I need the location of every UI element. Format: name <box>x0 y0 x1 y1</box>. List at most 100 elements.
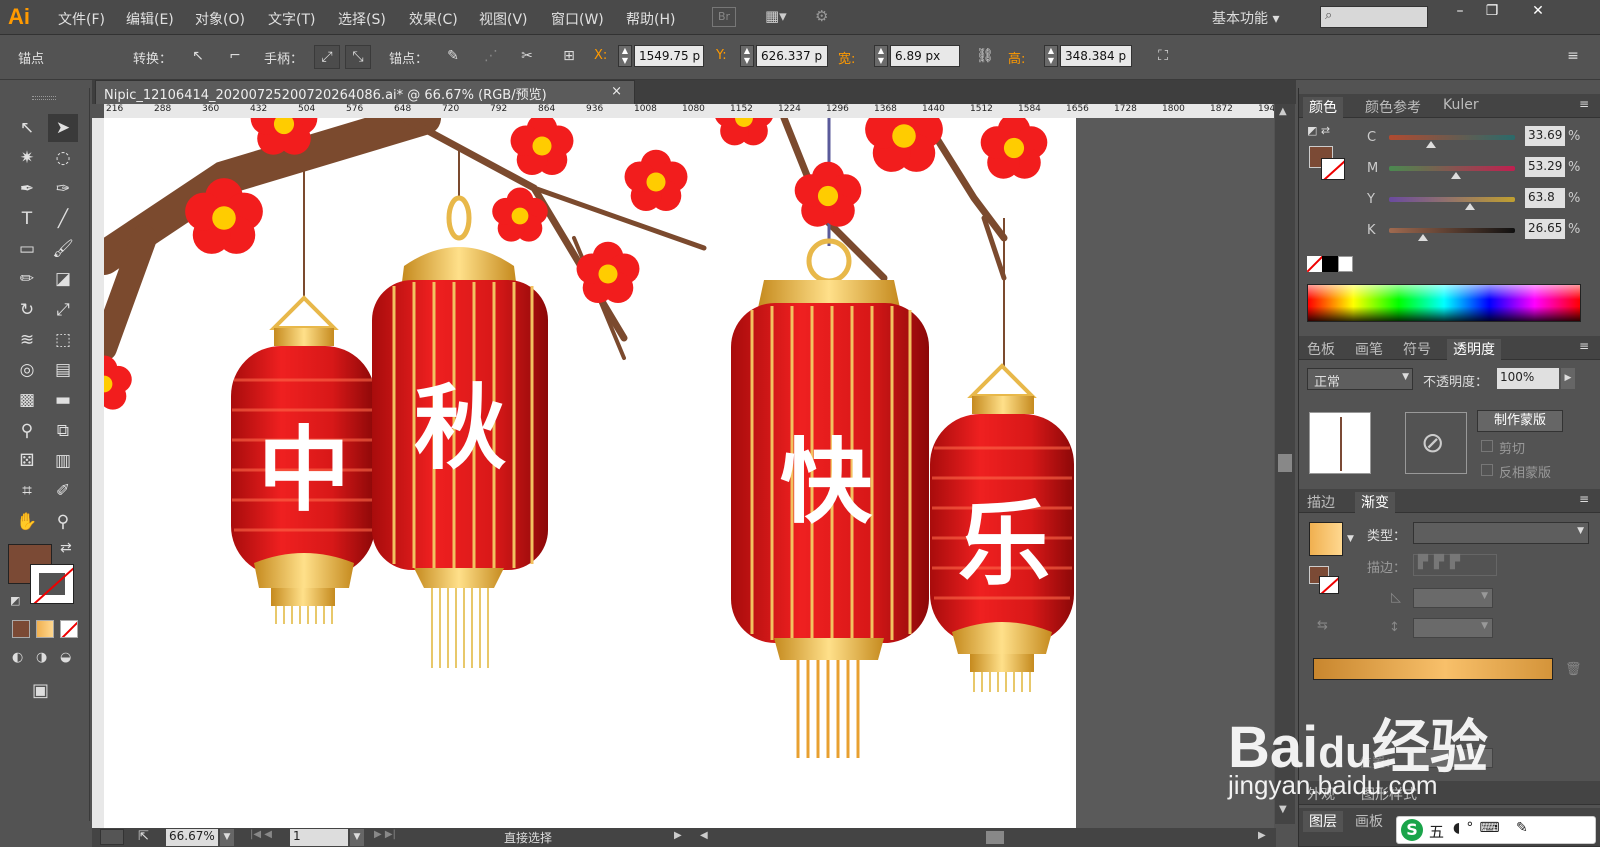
artboard[interactable]: 中 秋 快 乐 <box>104 118 1076 828</box>
mask-thumbnail[interactable]: ⊘ <box>1405 412 1467 474</box>
tab-stroke[interactable]: 描边 <box>1307 492 1335 512</box>
scroll-left-icon[interactable]: ◀ <box>700 830 708 841</box>
isolate-icon[interactable]: ⊞ <box>556 45 582 69</box>
page-field[interactable]: 1 <box>290 829 348 846</box>
opacity-arrow-icon[interactable]: ▶ <box>1561 368 1575 389</box>
none-mode-icon[interactable] <box>60 620 78 638</box>
x-stepper[interactable]: ▲ ▼ <box>618 45 632 67</box>
height-field[interactable]: 348.384 p <box>1060 45 1132 67</box>
clip-checkbox[interactable] <box>1481 440 1493 452</box>
draw-normal-icon[interactable]: ◐ <box>12 650 23 665</box>
type-tool-icon[interactable]: T <box>12 205 42 233</box>
pencil-tool-icon[interactable]: ✏ <box>12 265 42 293</box>
angle-field[interactable]: ▼ <box>1413 588 1493 608</box>
selection-tool-icon[interactable]: ↖ <box>12 114 42 142</box>
color-panel-menu-icon[interactable]: ≡ <box>1579 97 1589 111</box>
zoom-tool-icon[interactable]: ⚲ <box>48 508 78 536</box>
screen-mode-icon[interactable]: ▣ <box>32 680 49 701</box>
fill-stroke-toggle-icon[interactable]: ◩ ⇄ <box>1307 124 1330 137</box>
width-tool-icon[interactable]: ≋ <box>12 326 42 354</box>
color-spectrum[interactable] <box>1307 284 1581 322</box>
horizontal-scrollbar[interactable]: ◀ ▶ <box>696 828 1276 847</box>
scroll-down-icon[interactable]: ▼ <box>1279 804 1287 815</box>
ime-toolbar[interactable]: S 五 ◖°⌨ ✎ <box>1396 816 1596 844</box>
tab-transparency[interactable]: 透明度 <box>1447 339 1501 360</box>
menu-type[interactable]: 文字(T) <box>268 9 315 29</box>
panel-stroke-swatch[interactable] <box>1321 158 1345 180</box>
first-page-icon[interactable]: |◀ ◀ <box>250 829 272 840</box>
hide-handles-icon[interactable]: ⤡ <box>345 45 371 69</box>
blend-tool-icon[interactable]: ⧉ <box>48 417 78 445</box>
tab-color-guide[interactable]: 颜色参考 <box>1365 97 1421 117</box>
black-swatch[interactable] <box>1322 256 1338 272</box>
object-thumbnail[interactable] <box>1309 412 1371 474</box>
channel-slider[interactable] <box>1389 166 1515 171</box>
gradient-slider[interactable] <box>1313 658 1553 680</box>
tab-brushes[interactable]: 画笔 <box>1355 339 1383 359</box>
share-icon[interactable]: ⇱ <box>138 829 149 844</box>
eyedropper-tool-icon[interactable]: ⚲ <box>12 417 42 445</box>
swap-fill-stroke-icon[interactable]: ⇄ <box>60 540 72 556</box>
convert-corner-icon[interactable]: ↖ <box>185 45 211 69</box>
tab-kuler[interactable]: Kuler <box>1443 97 1479 113</box>
y-stepper[interactable]: ▲ ▼ <box>740 45 754 67</box>
color-mode-icon[interactable] <box>12 620 30 638</box>
quick-swatches[interactable] <box>1307 256 1353 272</box>
perspective-grid-tool-icon[interactable]: ▤ <box>48 356 78 384</box>
gradient-preset-chevron-icon[interactable]: ▼ <box>1347 534 1354 544</box>
paintbrush-tool-icon[interactable]: 🖌 <box>48 235 78 263</box>
remove-anchor-icon[interactable]: ✎ <box>440 45 466 69</box>
hand-tool-icon[interactable]: ✋ <box>12 508 42 536</box>
gpu-performance-icon[interactable]: ⚙ <box>815 7 843 27</box>
column-graph-tool-icon[interactable]: ▥ <box>48 447 78 475</box>
gradient-tool-icon[interactable]: ▬ <box>48 386 78 414</box>
cut-path-icon[interactable]: ✂ <box>514 45 540 69</box>
scroll-right-icon[interactable]: ▶ <box>1258 830 1266 841</box>
stroke-swatch[interactable] <box>30 564 74 604</box>
minimize-button[interactable]: – <box>1446 3 1474 19</box>
magic-wand-tool-icon[interactable]: ✷ <box>12 144 42 172</box>
document-tab[interactable]: Nipic_12106414_20200725200720264086.ai* … <box>95 80 635 104</box>
draw-behind-icon[interactable]: ◑ <box>36 650 47 665</box>
free-transform-tool-icon[interactable]: ⬚ <box>48 326 78 354</box>
tab-gradient[interactable]: 渐变 <box>1355 492 1395 513</box>
artboard-tool-icon[interactable]: ⌗ <box>12 477 42 505</box>
menu-object[interactable]: 对象(O) <box>195 9 245 29</box>
scale-tool-icon[interactable]: ⤢ <box>48 296 78 324</box>
height-stepper[interactable]: ▲ ▼ <box>1044 45 1058 67</box>
connect-anchors-icon[interactable]: ⋰ <box>478 45 504 69</box>
channel-slider-thumb[interactable] <box>1425 141 1436 148</box>
tab-symbols[interactable]: 符号 <box>1403 339 1431 359</box>
workspace-switcher[interactable]: 基本功能 ▾ <box>1212 8 1279 28</box>
scroll-up-icon[interactable]: ▲ <box>1279 106 1287 117</box>
rectangle-tool-icon[interactable]: ▭ <box>12 235 42 263</box>
make-mask-button[interactable]: 制作蒙版 <box>1477 410 1563 432</box>
ime-tools-icon[interactable]: ◖°⌨ ✎ <box>1453 820 1534 836</box>
gpu-status-icon[interactable] <box>100 829 124 845</box>
menu-help[interactable]: 帮助(H) <box>626 9 675 29</box>
default-colors-icon[interactable]: ◩ <box>10 594 20 607</box>
show-handles-icon[interactable]: ⤢ <box>314 45 340 69</box>
channel-slider-thumb[interactable] <box>1450 172 1461 179</box>
width-field[interactable]: 6.89 px <box>890 45 960 67</box>
mesh-tool-icon[interactable]: ▩ <box>12 386 42 414</box>
channel-slider-thumb[interactable] <box>1418 234 1429 241</box>
channel-slider[interactable] <box>1389 135 1515 140</box>
menu-window[interactable]: 窗口(W) <box>551 9 604 29</box>
last-page-icon[interactable]: ▶ ▶| <box>374 829 396 840</box>
y-field[interactable]: 626.337 p <box>756 45 828 67</box>
none-swatch[interactable] <box>1307 256 1323 272</box>
constrain-proportions-icon[interactable]: ⛓ <box>972 45 998 69</box>
control-bar-menu-icon[interactable]: ≡ <box>1560 45 1586 69</box>
x-field[interactable]: 1549.75 p <box>634 45 704 67</box>
tab-color[interactable]: 颜色 <box>1303 97 1343 118</box>
channel-slider[interactable] <box>1389 228 1515 233</box>
width-stepper[interactable]: ▲ ▼ <box>874 45 888 67</box>
gradient-mode-icon[interactable] <box>36 620 54 638</box>
gradient-panel-menu-icon[interactable]: ≡ <box>1579 492 1589 506</box>
symbol-sprayer-tool-icon[interactable]: ⚄ <box>12 447 42 475</box>
bridge-button[interactable]: Br <box>712 7 736 27</box>
gradient-preview[interactable] <box>1309 522 1343 556</box>
shape-builder-tool-icon[interactable]: ◎ <box>12 356 42 384</box>
delete-stop-icon[interactable]: 🗑 <box>1565 662 1582 677</box>
